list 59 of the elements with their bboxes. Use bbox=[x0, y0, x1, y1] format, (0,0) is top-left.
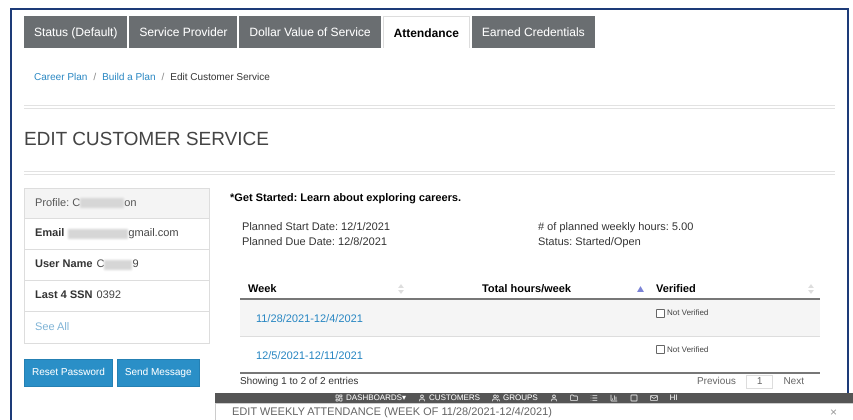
detail-text: Status: Started/Open bbox=[538, 235, 642, 250]
action-button[interactable]: Reset Password bbox=[24, 358, 113, 386]
redacted-block bbox=[68, 228, 128, 238]
person-icon[interactable] bbox=[418, 394, 426, 402]
page-title: EDIT CUSTOMER SERVICE bbox=[24, 128, 270, 152]
week-link[interactable]: 11/28/2021-12/4/2021 bbox=[256, 313, 363, 325]
nav-item[interactable]: HI bbox=[670, 394, 678, 402]
detail-text: # of planned weekly hours: 5.00 bbox=[538, 220, 694, 235]
checkbox-label: Not Verified bbox=[667, 344, 708, 356]
field-value: gmail.com bbox=[128, 226, 178, 242]
tab[interactable]: Service Provider bbox=[129, 16, 238, 48]
table-info: Showing 1 to 2 of 2 entries bbox=[240, 376, 358, 388]
column-header[interactable]: Total hours/week bbox=[482, 280, 572, 298]
field-label: Email bbox=[35, 226, 64, 242]
field-label: Last 4 SSN bbox=[35, 288, 92, 304]
detail-text: Planned Start Date: 12/1/2021 bbox=[242, 220, 391, 235]
tab[interactable]: Attendance bbox=[382, 16, 470, 48]
next-button[interactable]: Next bbox=[783, 376, 804, 388]
dashboard-icon[interactable] bbox=[335, 394, 343, 402]
breadcrumb-separator: / bbox=[93, 71, 96, 85]
previous-button[interactable]: Previous bbox=[696, 376, 736, 388]
action-button[interactable]: Send Message bbox=[116, 358, 200, 386]
breadcrumb-current: Edit Customer Service bbox=[170, 71, 270, 85]
list-icon[interactable] bbox=[590, 394, 598, 402]
bar-chart-icon[interactable] bbox=[610, 394, 618, 402]
mail-icon[interactable] bbox=[650, 394, 658, 402]
sort-up-icon[interactable] bbox=[637, 286, 644, 292]
field-value: 9 bbox=[132, 257, 139, 272]
profile-name-end: on bbox=[124, 196, 136, 211]
close-button[interactable]: × bbox=[830, 406, 837, 418]
week-link[interactable]: 12/5/2021-12/11/2021 bbox=[256, 350, 363, 362]
checkbox[interactable] bbox=[656, 345, 665, 354]
square-icon[interactable] bbox=[630, 394, 638, 402]
nav-item[interactable]: GROUPS bbox=[502, 394, 538, 402]
column-header[interactable]: Week bbox=[248, 280, 277, 298]
modal-title: EDIT WEEKLY ATTENDANCE (WEEK OF 11/28/2021-12/4/2021) bbox=[232, 404, 552, 420]
tab[interactable]: Status (Default) bbox=[24, 16, 128, 48]
field-label: User Name bbox=[35, 257, 92, 272]
profile-label: Profile: C bbox=[35, 196, 80, 211]
field-value: C bbox=[96, 257, 104, 272]
redacted-block bbox=[104, 260, 132, 270]
detail-text: Planned Due Date: 12/8/2021 bbox=[242, 235, 388, 250]
tab[interactable]: Earned Credentials bbox=[472, 16, 595, 48]
page-button[interactable]: 1 bbox=[746, 375, 774, 389]
column-header[interactable]: Verified bbox=[656, 280, 696, 298]
person-icon[interactable] bbox=[550, 394, 558, 402]
group-icon[interactable] bbox=[492, 394, 500, 402]
checkbox-label: Not Verified bbox=[667, 307, 708, 319]
checkbox[interactable] bbox=[656, 308, 665, 318]
breadcrumb-separator: / bbox=[162, 71, 164, 85]
field-value: 0392 bbox=[96, 288, 121, 304]
folder-icon[interactable] bbox=[570, 394, 578, 402]
nav-item[interactable]: CUSTOMERS bbox=[429, 394, 480, 402]
breadcrumb-link[interactable]: Build a Plan bbox=[102, 70, 156, 85]
nav-item[interactable]: DASHBOARDS▾ bbox=[346, 394, 406, 402]
tab[interactable]: Dollar Value of Service bbox=[239, 16, 381, 48]
service-title: *Get Started: Learn about exploring careers. bbox=[230, 190, 462, 206]
breadcrumb-link[interactable]: Career Plan bbox=[34, 70, 88, 85]
redacted-block bbox=[80, 198, 124, 208]
